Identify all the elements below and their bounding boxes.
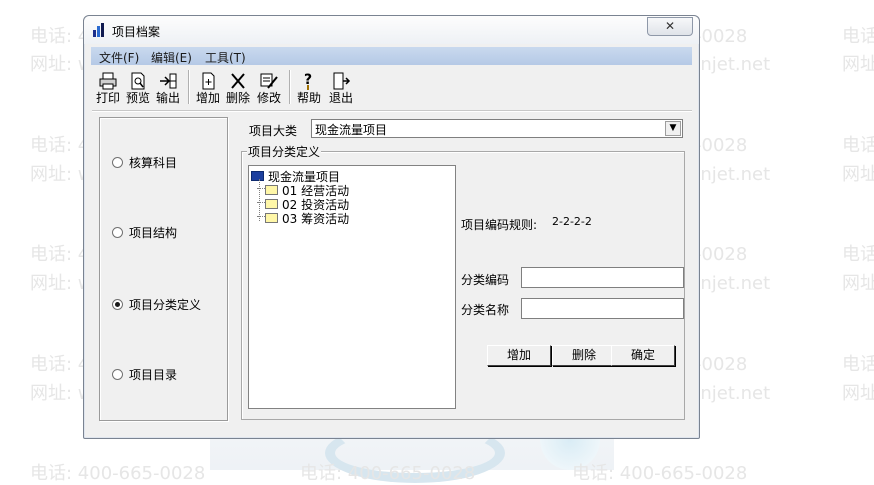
radio-label: 核算科目	[129, 156, 178, 170]
menu-tools[interactable]: 工具(T)	[205, 49, 246, 66]
print-label: 打印	[95, 91, 120, 105]
delete-button[interactable]: 删除	[224, 68, 252, 108]
preview-button[interactable]: 预览	[124, 68, 152, 108]
menu-file[interactable]: 文件(F)	[99, 49, 139, 66]
delete-x-icon	[231, 73, 245, 89]
watermark-phone: 电话: 400-665-0028	[30, 463, 206, 484]
watermark-fragment: 电话	[842, 26, 874, 47]
radio-project-structure[interactable]: 项目结构	[112, 224, 177, 241]
export-icon	[160, 73, 177, 89]
class-name-input[interactable]	[521, 298, 684, 319]
watermark-fragment: 网址	[842, 383, 874, 404]
export-button[interactable]: 输出	[154, 68, 182, 108]
add-label: 增加	[195, 91, 220, 105]
radio-label: 项目结构	[129, 226, 178, 240]
watermark-fragment: 电话	[842, 354, 874, 375]
modify-pencil-icon	[260, 73, 278, 89]
title-bar[interactable]: 项目档案 ✕	[84, 16, 699, 44]
folder-icon	[265, 185, 278, 195]
preview-label: 预览	[125, 91, 150, 105]
window-title: 项目档案	[112, 25, 161, 39]
preview-icon	[131, 72, 145, 90]
radio-dot[interactable]	[112, 157, 123, 168]
category-label: 项目大类	[249, 124, 298, 138]
folder-icon	[265, 213, 278, 223]
modify-button[interactable]: 修改	[254, 68, 284, 108]
group-legend: 项目分类定义	[247, 143, 322, 160]
category-value: 现金流量项目	[315, 123, 388, 137]
tree-item[interactable]: 03 筹资活动	[257, 210, 350, 227]
watermark-fragment: 网址	[842, 164, 874, 185]
exit-label: 退出	[328, 91, 353, 105]
toolbar-divider	[92, 110, 692, 112]
class-name-label: 分类名称	[461, 303, 510, 317]
add-icon	[202, 72, 215, 90]
modify-label: 修改	[256, 91, 281, 105]
radio-dot[interactable]	[112, 369, 123, 380]
printer-icon	[99, 72, 117, 90]
help-key-icon: ?	[304, 72, 312, 90]
add-button[interactable]: 增加	[194, 68, 222, 108]
menu-bar: 文件(F) 编辑(E) 工具(T)	[91, 47, 692, 65]
watermark-fragment: 网址	[842, 273, 874, 294]
export-label: 输出	[155, 91, 180, 105]
category-combobox[interactable]: 现金流量项目 ▼	[311, 119, 683, 138]
folder-icon	[265, 199, 278, 209]
radio-dot[interactable]	[112, 227, 123, 238]
class-code-label: 分类编码	[461, 273, 510, 287]
close-icon: ✕	[664, 19, 676, 33]
radio-project-catalog[interactable]: 项目目录	[112, 366, 177, 383]
code-rule-label: 项目编码规则:	[461, 218, 538, 232]
watermark-fragment: 网址	[842, 54, 874, 75]
app-bars-icon	[93, 23, 104, 37]
exit-door-icon	[333, 72, 351, 90]
close-button[interactable]: ✕	[647, 17, 693, 36]
tree-item-label: 03 筹资活动	[282, 212, 350, 226]
ok-button[interactable]: 确定	[611, 345, 675, 366]
class-code-input[interactable]	[521, 267, 684, 288]
radio-dot-selected[interactable]	[112, 299, 123, 310]
form-delete-button[interactable]: 删除	[552, 345, 616, 366]
menu-edit[interactable]: 编辑(E)	[151, 49, 192, 66]
code-rule-value: 2-2-2-2	[552, 215, 592, 228]
watermark-fragment: 电话	[842, 244, 874, 265]
exit-button[interactable]: 退出	[326, 68, 356, 108]
watermark-fragment: 电话	[842, 135, 874, 156]
category-tree[interactable]: 现金流量项目 01 经营活动 02 投资活动 03 筹资活动	[248, 165, 456, 409]
print-button[interactable]: 打印	[94, 68, 122, 108]
radio-accounting-subject[interactable]: 核算科目	[112, 154, 177, 171]
delete-label: 删除	[225, 91, 250, 105]
radio-category-definition[interactable]: 项目分类定义	[112, 296, 201, 313]
option-panel: 核算科目 项目结构 项目分类定义 项目目录	[99, 117, 228, 421]
radio-label: 项目分类定义	[129, 298, 202, 312]
toolbar-separator	[188, 70, 190, 104]
help-button[interactable]: ? 帮助	[294, 68, 324, 108]
form-add-button[interactable]: 增加	[487, 345, 551, 366]
root-folder-icon	[251, 171, 264, 181]
toolbar-separator	[289, 70, 291, 104]
project-archive-window: 项目档案 ✕ 文件(F) 编辑(E) 工具(T) 打印 预览 输出 增加 删除 …	[83, 15, 700, 439]
radio-label: 项目目录	[129, 368, 178, 382]
chevron-down-icon[interactable]: ▼	[665, 121, 681, 136]
help-label: 帮助	[296, 91, 321, 105]
tree-connector	[259, 179, 260, 221]
